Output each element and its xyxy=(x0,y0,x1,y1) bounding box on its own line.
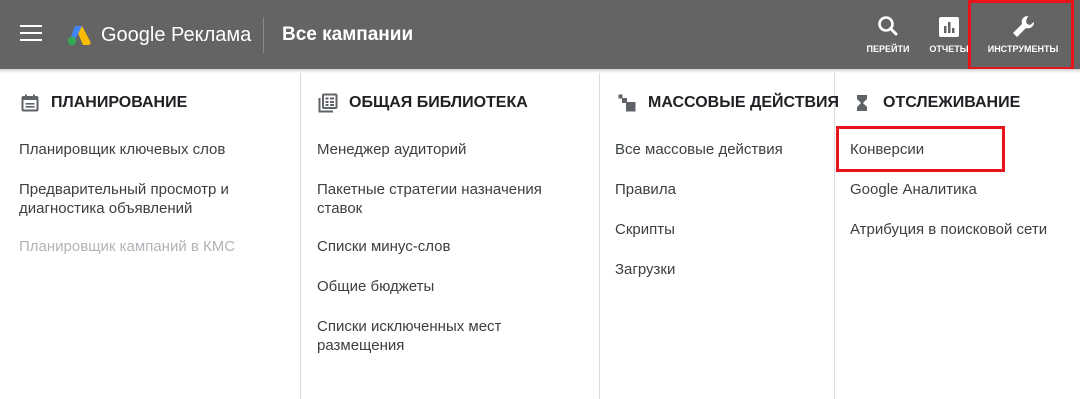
menu-icon[interactable] xyxy=(20,25,44,43)
brand-name[interactable]: Google Реклама xyxy=(101,22,251,48)
menu-item-display-planner: Планировщик кампаний в КМС xyxy=(19,238,236,255)
reports-button[interactable]: ОТЧЕТЫ xyxy=(924,14,974,58)
library-icon xyxy=(318,93,338,113)
calendar-icon xyxy=(21,94,39,112)
column-heading-bulk-actions: МАССОВЫЕ ДЕЙСТВИЯ xyxy=(617,91,839,115)
page-title: Все кампании xyxy=(282,24,414,45)
reports-label: ОТЧЕТЫ xyxy=(929,44,969,54)
column-heading-label: ПЛАНИРОВАНИЕ xyxy=(51,94,188,111)
column-heading-label: МАССОВЫЕ ДЕЙСТВИЯ xyxy=(648,94,840,111)
search-icon xyxy=(878,16,898,36)
menu-item-portfolio-bid-strategies[interactable]: Пакетные стратегии назначения ставок xyxy=(317,180,572,218)
menu-item-uploads[interactable]: Загрузки xyxy=(615,260,675,279)
column-divider xyxy=(599,73,600,399)
column-heading-label: ОБЩАЯ БИБЛИОТЕКА xyxy=(349,94,528,111)
conversions-highlight-frame xyxy=(836,126,1005,172)
hourglass-icon xyxy=(857,95,867,111)
google-ads-logo-icon xyxy=(67,26,91,46)
menu-item-keyword-planner[interactable]: Планировщик ключевых слов xyxy=(19,140,225,159)
column-heading-label: ОТСЛЕЖИВАНИЕ xyxy=(883,94,1021,111)
menu-item-ad-preview[interactable]: Предварительный просмотр и диагностика о… xyxy=(19,180,269,218)
copies-icon xyxy=(618,94,636,112)
column-divider xyxy=(300,73,301,399)
column-heading-shared-library: ОБЩАЯ БИБЛИОТЕКА xyxy=(318,91,528,115)
menu-item-audience-manager[interactable]: Менеджер аудиторий xyxy=(317,140,466,159)
menu-item-search-attribution[interactable]: Атрибуция в поисковой сети xyxy=(850,220,1047,239)
column-divider xyxy=(834,73,835,399)
menu-item-scripts[interactable]: Скрипты xyxy=(615,220,675,239)
menu-item-shared-budgets[interactable]: Общие бюджеты xyxy=(317,277,434,296)
header-shadow xyxy=(0,69,1080,73)
menu-item-rules[interactable]: Правила xyxy=(615,180,676,199)
menu-item-negative-keyword-lists[interactable]: Списки минус-слов xyxy=(317,237,450,256)
menu-item-placement-exclusion-lists[interactable]: Списки исключенных мест размещения xyxy=(317,317,542,355)
tools-highlight-frame xyxy=(968,0,1074,70)
column-heading-measurement: ОТСЛЕЖИВАНИЕ xyxy=(852,91,1020,115)
top-app-bar: Google Реклама Все кампании ПЕРЕЙТИ ОТЧЕ… xyxy=(0,0,1080,69)
bar-chart-icon xyxy=(939,17,959,37)
menu-item-google-analytics[interactable]: Google Аналитика xyxy=(850,180,977,199)
menu-item-all-bulk-actions[interactable]: Все массовые действия xyxy=(615,140,783,159)
column-heading-planning: ПЛАНИРОВАНИЕ xyxy=(20,91,187,115)
header-divider xyxy=(263,17,264,53)
go-to-label: ПЕРЕЙТИ xyxy=(866,44,910,54)
go-to-button[interactable]: ПЕРЕЙТИ xyxy=(862,14,914,58)
